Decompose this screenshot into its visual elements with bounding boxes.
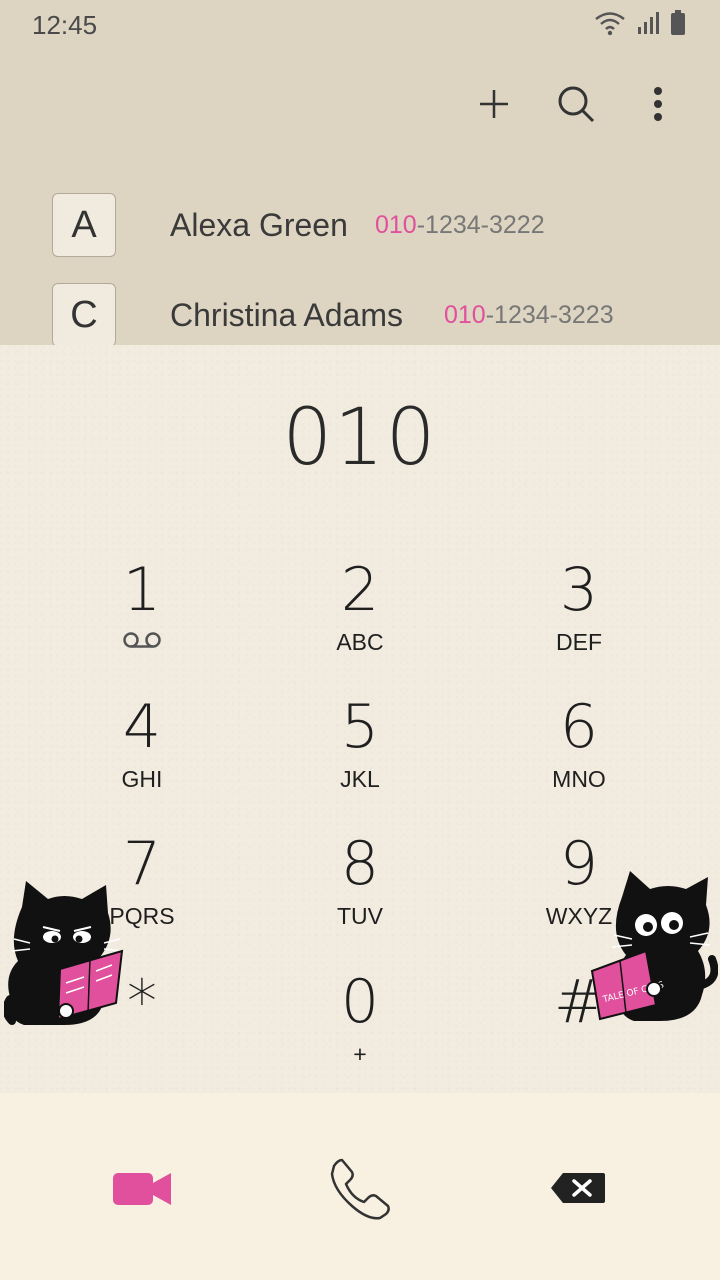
key-1[interactable]: 1 [42, 555, 242, 685]
more-vertical-icon [654, 87, 662, 121]
key-digit: 8 [340, 829, 380, 899]
key-letters: TUV [337, 903, 383, 929]
contact-row[interactable]: C Christina Adams 010-1234-3223 [0, 270, 720, 345]
key-0[interactable]: 0 + [260, 967, 460, 1097]
battery-icon [671, 10, 685, 35]
key-letters: ABC [336, 629, 384, 655]
dialer-pad: 010 1 2 ABC 3 DEF 4 GHI 5 JKL 6 MNO 7 PQ… [0, 345, 720, 1093]
wifi-icon [595, 12, 625, 36]
search-button[interactable] [554, 74, 598, 134]
more-options-button[interactable] [636, 74, 680, 134]
key-digit: 1 [122, 555, 162, 625]
voicemail-icon [123, 632, 161, 648]
phone-rest: -1234-3223 [485, 300, 614, 329]
key-digit: 0 [340, 967, 380, 1037]
phone-rest: -1234-3222 [416, 210, 545, 239]
status-icons [594, 10, 686, 36]
phone-icon [330, 1158, 390, 1220]
key-digit: 3 [559, 555, 599, 625]
key-4[interactable]: 4 GHI [42, 692, 242, 822]
search-icon [558, 86, 595, 123]
key-letters: JKL [340, 766, 380, 792]
phone-match: 010 [375, 210, 417, 239]
contact-phone: 010-1234-3222 [375, 211, 545, 240]
key-letters: GHI [121, 766, 163, 792]
key-digit: 4 [122, 692, 162, 762]
signal-icon [638, 12, 659, 34]
status-time: 12:45 [32, 10, 98, 40]
contact-letter-badge: A [52, 193, 116, 257]
key-2[interactable]: 2 ABC [260, 555, 460, 685]
backspace-icon [551, 1173, 605, 1203]
key-digit: 2 [340, 555, 380, 625]
dialed-number[interactable]: 010 [0, 393, 720, 483]
video-camera-icon [113, 1173, 171, 1205]
key-3[interactable]: 3 DEF [479, 555, 679, 685]
add-contact-button[interactable] [472, 74, 516, 134]
key-letters: MNO [552, 766, 606, 792]
plus-icon [480, 90, 508, 118]
phone-match: 010 [444, 300, 486, 329]
key-letters: + [353, 1041, 367, 1067]
contact-suggestions: A Alexa Green 010-1234-3222 C Christina … [0, 180, 720, 345]
reading-cat-right-illustration: TALE OF CATS [590, 871, 718, 1021]
key-digit: 6 [559, 692, 599, 762]
video-call-button[interactable] [92, 1143, 192, 1233]
key-6[interactable]: 6 MNO [479, 692, 679, 822]
contact-name: Alexa Green [170, 206, 348, 243]
contact-row[interactable]: A Alexa Green 010-1234-3222 [0, 180, 720, 270]
voice-call-button[interactable] [310, 1143, 410, 1233]
key-letters: DEF [556, 629, 602, 655]
status-bar: 12:45 [0, 0, 720, 50]
key-8[interactable]: 8 TUV [260, 829, 460, 959]
key-digit: 5 [340, 692, 380, 762]
backspace-button[interactable] [528, 1143, 628, 1233]
contact-name: Christina Adams [170, 296, 403, 333]
call-action-bar [0, 1093, 720, 1280]
toolbar [472, 74, 680, 134]
reading-cat-left-illustration [4, 881, 124, 1025]
key-5[interactable]: 5 JKL [260, 692, 460, 822]
contact-phone: 010-1234-3223 [444, 301, 614, 330]
contact-letter-badge: C [52, 283, 116, 345]
